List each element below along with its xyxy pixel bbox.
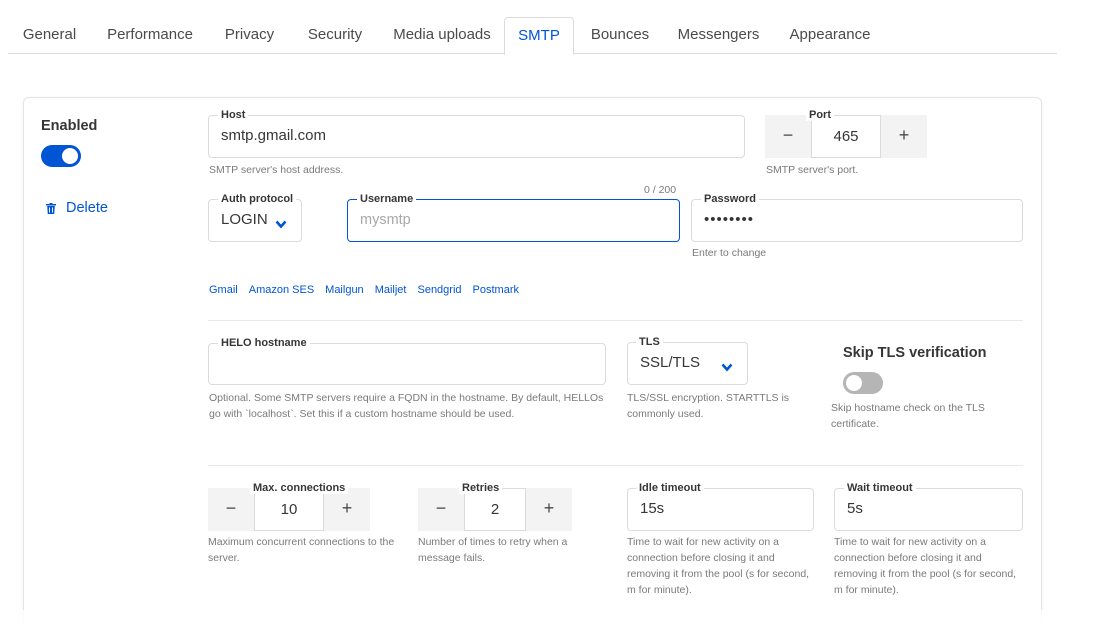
- tab-performance[interactable]: Performance: [94, 17, 206, 54]
- port-decrement-button[interactable]: −: [765, 115, 811, 158]
- max-connections-increment-button[interactable]: +: [324, 488, 370, 531]
- retries-decrement-button[interactable]: −: [418, 488, 464, 531]
- retries-increment-button[interactable]: +: [526, 488, 572, 531]
- helo-hostname-label: HELO hostname: [218, 337, 310, 349]
- chevron-down-icon: [275, 216, 287, 233]
- preset-mailgun[interactable]: Mailgun: [325, 284, 364, 296]
- port-input[interactable]: 465: [811, 115, 881, 158]
- toggle-knob: [62, 148, 78, 164]
- host-value: smtp.gmail.com: [221, 127, 327, 144]
- preset-amazon-ses[interactable]: Amazon SES: [249, 284, 314, 296]
- max-connections-help: Maximum concurrent connections to the se…: [208, 536, 395, 564]
- retries-stepper: − 2 +: [418, 488, 572, 531]
- host-input[interactable]: smtp.gmail.com: [208, 115, 745, 158]
- port-stepper: − 465 +: [765, 115, 927, 158]
- host-help: SMTP server's host address.: [209, 164, 344, 176]
- max-connections-label: Max. connections: [250, 482, 349, 494]
- wait-timeout-value: 5s: [847, 500, 863, 517]
- tab-general[interactable]: General: [8, 17, 91, 54]
- smtp-presets: Gmail Amazon SES Mailgun Mailjet Sendgrid Pos…: [209, 284, 530, 296]
- idle-timeout-value: 15s: [640, 500, 665, 517]
- trash-icon: [46, 202, 56, 214]
- tab-privacy[interactable]: Privacy: [210, 17, 289, 54]
- password-input[interactable]: ••••••••: [691, 199, 1023, 242]
- idle-timeout-input[interactable]: 15s: [627, 488, 814, 531]
- tls-value: SSL/TLS: [640, 354, 701, 371]
- host-label: Host: [218, 109, 249, 121]
- skip-tls-help: Skip hostname check on the TLS certifica…: [831, 402, 985, 430]
- username-counter: 0 / 200: [644, 184, 677, 196]
- idle-timeout-help: Time to wait for new activity on a conne…: [627, 536, 810, 596]
- preset-mailjet[interactable]: Mailjet: [375, 284, 407, 296]
- port-increment-button[interactable]: +: [881, 115, 927, 158]
- delete-label: Delete: [66, 200, 108, 216]
- tab-appearance[interactable]: Appearance: [780, 17, 880, 54]
- enabled-toggle[interactable]: [41, 145, 81, 167]
- password-value: ••••••••: [704, 211, 755, 228]
- tab-messengers[interactable]: Messengers: [666, 17, 771, 54]
- tab-bounces[interactable]: Bounces: [578, 17, 662, 54]
- bottom-fade: [0, 610, 1120, 630]
- enabled-label: Enabled: [41, 118, 98, 134]
- helo-hostname-input[interactable]: [208, 343, 606, 385]
- section-divider: [208, 465, 1023, 466]
- port-help: SMTP server's port.: [766, 164, 859, 176]
- retries-help: Number of times to retry when a message …: [418, 536, 568, 564]
- max-connections-stepper: − 10 +: [208, 488, 370, 531]
- section-divider: [208, 320, 1023, 321]
- tab-security[interactable]: Security: [291, 17, 379, 54]
- delete-button[interactable]: Delete: [46, 200, 108, 216]
- max-connections-input[interactable]: 10: [254, 488, 324, 531]
- password-label: Password: [701, 193, 759, 205]
- username-input[interactable]: mysmtp: [347, 199, 680, 242]
- auth-protocol-value: LOGIN: [221, 211, 268, 228]
- tls-label: TLS: [636, 336, 663, 348]
- skip-tls-label: Skip TLS verification: [843, 345, 987, 361]
- toggle-knob: [846, 375, 862, 391]
- port-label: Port: [806, 109, 834, 121]
- settings-tabs: General Performance Privacy Security Med…: [8, 17, 1057, 55]
- auth-protocol-select[interactable]: LOGIN: [208, 199, 302, 242]
- retries-input[interactable]: 2: [464, 488, 526, 531]
- auth-protocol-label: Auth protocol: [218, 193, 297, 205]
- preset-postmark[interactable]: Postmark: [473, 284, 519, 296]
- username-placeholder: mysmtp: [360, 212, 411, 228]
- helo-hostname-help: Optional. Some SMTP servers require a FQ…: [209, 392, 604, 420]
- password-help: Enter to change: [692, 247, 767, 259]
- wait-timeout-help: Time to wait for new activity on a conne…: [834, 536, 1017, 596]
- tls-help: TLS/SSL encryption. STARTTLS is commonly…: [627, 392, 790, 420]
- max-connections-decrement-button[interactable]: −: [208, 488, 254, 531]
- idle-timeout-label: Idle timeout: [636, 482, 704, 494]
- preset-sendgrid[interactable]: Sendgrid: [417, 284, 461, 296]
- tab-smtp[interactable]: SMTP: [504, 17, 574, 55]
- wait-timeout-input[interactable]: 5s: [834, 488, 1023, 531]
- retries-label: Retries: [459, 482, 503, 494]
- username-label: Username: [357, 193, 417, 205]
- wait-timeout-label: Wait timeout: [844, 482, 916, 494]
- tab-media-uploads[interactable]: Media uploads: [377, 17, 507, 54]
- preset-gmail[interactable]: Gmail: [209, 284, 238, 296]
- tls-select[interactable]: SSL/TLS: [627, 342, 748, 385]
- chevron-down-icon: [721, 359, 733, 376]
- skip-tls-toggle[interactable]: [843, 372, 883, 394]
